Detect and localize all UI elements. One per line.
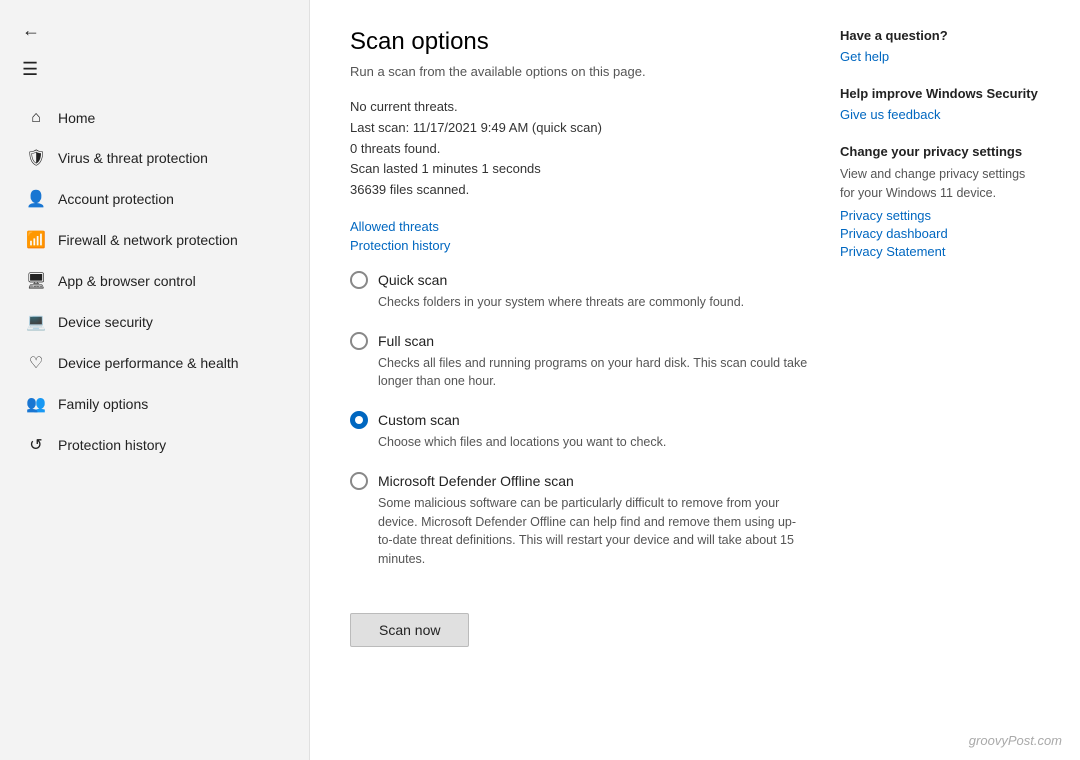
allowed-threats-link[interactable]: Allowed threats [350,219,810,234]
sidebar: ← ☰ ⌂ Home 🛡 Virus & threat protection 👤… [0,0,310,760]
sidebar-item-device-performance[interactable]: ♡ Device performance & health [6,343,303,383]
offline-scan-label: Microsoft Defender Offline scan [378,473,574,489]
get-help-link[interactable]: Get help [840,49,1040,64]
status-line1: No current threats. [350,97,810,118]
account-protection-label: Account protection [58,191,174,207]
status-line2: Last scan: 11/17/2021 9:49 AM (quick sca… [350,118,810,139]
full-scan-desc: Checks all files and running programs on… [378,354,810,392]
sidebar-item-home[interactable]: ⌂ Home [6,99,303,137]
scan-options-list: Quick scan Checks folders in your system … [350,271,810,569]
status-line5: 36639 files scanned. [350,180,810,201]
full-scan-header[interactable]: Full scan [350,332,810,350]
privacy-title: Change your privacy settings [840,144,1040,159]
menu-button[interactable]: ☰ [16,51,293,88]
custom-scan-label: Custom scan [378,412,460,428]
status-line4: Scan lasted 1 minutes 1 seconds [350,159,810,180]
account-protection-icon: 👤 [26,189,46,209]
offline-scan-desc: Some malicious software can be particula… [378,494,810,569]
sidebar-item-firewall[interactable]: 📶 Firewall & network protection [6,220,303,260]
main-area: Scan options Run a scan from the availab… [310,0,1080,760]
virus-threat-icon: 🛡 [26,148,46,168]
protection-history-link[interactable]: Protection history [350,238,810,253]
virus-threat-label: Virus & threat protection [58,150,208,166]
sidebar-item-device-security[interactable]: 💻 Device security [6,302,303,342]
give-feedback-link[interactable]: Give us feedback [840,107,1040,122]
full-scan-option: Full scan Checks all files and running pr… [350,332,810,392]
home-icon: ⌂ [26,109,46,127]
question-title: Have a question? [840,28,1040,43]
sidebar-item-protection-history[interactable]: ↺ Protection history [6,425,303,465]
sidebar-nav: ⌂ Home 🛡 Virus & threat protection 👤 Acc… [0,98,309,760]
page-subtitle: Run a scan from the available options on… [350,64,810,79]
family-options-icon: 👥 [26,394,46,414]
privacy-dashboard-link[interactable]: Privacy dashboard [840,226,1040,241]
device-performance-label: Device performance & health [58,355,239,371]
back-icon: ← [22,20,40,41]
device-performance-icon: ♡ [26,353,46,373]
sidebar-item-family-options[interactable]: 👥 Family options [6,384,303,424]
quick-scan-header[interactable]: Quick scan [350,271,810,289]
back-button[interactable]: ← [16,12,293,49]
page-title: Scan options [350,28,810,56]
sidebar-top-controls: ← ☰ [0,8,309,98]
center-panel: Scan options Run a scan from the availab… [350,28,830,732]
quick-scan-desc: Checks folders in your system where thre… [378,293,810,312]
status-line3: 0 threats found. [350,139,810,160]
app-browser-icon: 🖥 [26,271,46,291]
scan-now-button[interactable]: Scan now [350,613,469,647]
sidebar-item-app-browser[interactable]: 🖥 App & browser control [6,261,303,301]
right-section-improve: Help improve Windows Security Give us fee… [840,86,1040,122]
custom-scan-radio[interactable] [350,411,368,429]
right-panel: Have a question? Get help Help improve Win… [830,28,1040,732]
firewall-icon: 📶 [26,230,46,250]
home-label: Home [58,110,95,126]
sidebar-item-account-protection[interactable]: 👤 Account protection [6,179,303,219]
privacy-statement-link[interactable]: Privacy Statement [840,244,1040,259]
protection-history-icon: ↺ [26,435,46,455]
family-options-label: Family options [58,396,148,412]
status-links: Allowed threats Protection history [350,219,810,253]
privacy-desc: View and change privacy settings for you… [840,165,1040,203]
scan-status: No current threats. Last scan: 11/17/202… [350,97,810,201]
device-security-label: Device security [58,314,153,330]
quick-scan-radio[interactable] [350,271,368,289]
quick-scan-option: Quick scan Checks folders in your system … [350,271,810,312]
improve-title: Help improve Windows Security [840,86,1040,101]
offline-scan-option: Microsoft Defender Offline scan Some mali… [350,472,810,569]
custom-scan-option: Custom scan Choose which files and locati… [350,411,810,452]
app-browser-label: App & browser control [58,273,196,289]
firewall-label: Firewall & network protection [58,232,238,248]
full-scan-label: Full scan [378,333,434,349]
custom-scan-header[interactable]: Custom scan [350,411,810,429]
right-section-privacy: Change your privacy settings View and cha… [840,144,1040,259]
right-section-question: Have a question? Get help [840,28,1040,64]
watermark: groovyPost.com [969,733,1062,748]
offline-scan-radio[interactable] [350,472,368,490]
sidebar-item-virus-threat[interactable]: 🛡 Virus & threat protection [6,138,303,178]
protection-history-label: Protection history [58,437,166,453]
menu-icon: ☰ [22,59,38,80]
full-scan-radio[interactable] [350,332,368,350]
quick-scan-label: Quick scan [378,272,447,288]
custom-scan-desc: Choose which files and locations you wan… [378,433,810,452]
privacy-settings-link[interactable]: Privacy settings [840,208,1040,223]
offline-scan-header[interactable]: Microsoft Defender Offline scan [350,472,810,490]
device-security-icon: 💻 [26,312,46,332]
